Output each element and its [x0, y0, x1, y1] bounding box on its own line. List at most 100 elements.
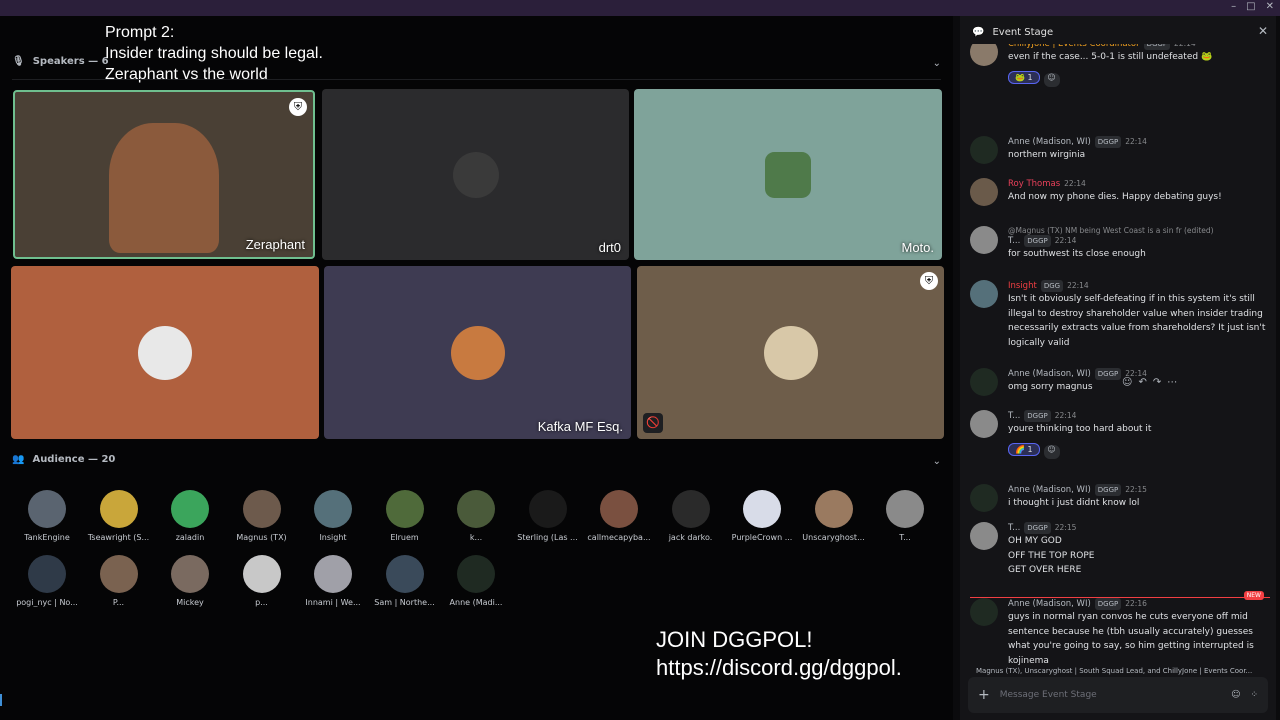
audience-member[interactable]: PurpleCrown ...: [726, 490, 798, 542]
audience-member[interactable]: Insight: [297, 490, 369, 542]
audience-member[interactable]: Mickey: [154, 555, 226, 607]
speaker-tile-moto[interactable]: Moto.: [634, 89, 942, 260]
speaker-tile-zeraphant[interactable]: ⛨ Zeraphant: [13, 90, 315, 259]
audience-member[interactable]: pogi_nyc | No...: [11, 555, 83, 607]
audience-member[interactable]: TankEngine: [11, 490, 83, 542]
avatar: [171, 555, 209, 593]
forward-icon[interactable]: ↷: [1153, 377, 1161, 388]
avatar: [671, 490, 710, 528]
audience-name: jack darko.: [668, 533, 713, 542]
speaker-tile-kafka[interactable]: Kafka MF Esq.: [324, 266, 631, 439]
add-reaction-icon[interactable]: ☺: [1122, 377, 1132, 388]
avatar: [970, 178, 998, 206]
message-input[interactable]: Message Event Stage: [1000, 690, 1221, 700]
audience-name: p...: [255, 598, 268, 607]
speaker-tile[interactable]: [11, 266, 319, 439]
speakers-header[interactable]: 🎙 Speakers — 6: [12, 56, 109, 67]
message-composer[interactable]: + Message Event Stage ☺ ⁘: [968, 677, 1268, 713]
audience-member[interactable]: Sam | Northe...: [369, 555, 441, 607]
avatar: [28, 555, 66, 593]
audience-name: Tseawright (S...: [87, 533, 150, 542]
new-messages-divider: NEW: [970, 591, 1270, 600]
audience-name: Mickey: [176, 598, 204, 607]
avatar: [970, 598, 998, 626]
author-name[interactable]: T...: [1008, 235, 1020, 247]
audience-member[interactable]: jack darko.: [655, 490, 727, 542]
chevron-down-icon[interactable]: ⌄: [933, 58, 941, 69]
close-window-button[interactable]: ✕: [1266, 1, 1274, 12]
author-name[interactable]: T...: [1008, 410, 1020, 422]
message-text: guys in normal ryan convos he cuts every…: [1008, 612, 1254, 666]
divider: [12, 79, 941, 80]
add-reaction-icon[interactable]: ☺: [1043, 72, 1060, 87]
avatar: [109, 122, 219, 253]
avatar: [970, 522, 998, 550]
message-text: Isn't it obviously self-defeating if in …: [1008, 294, 1266, 348]
reply-icon[interactable]: ↶: [1138, 377, 1146, 388]
emoji-icon[interactable]: ☺: [1231, 690, 1240, 700]
message-list[interactable]: ChillyJone | Events CoordinatorDGGP22:14…: [960, 44, 1276, 666]
avatar: [970, 44, 998, 66]
muted-microphone-icon: 🚫: [643, 413, 663, 433]
audience-member[interactable]: Anne (Madi...: [440, 555, 512, 607]
timestamp: 22:14: [1054, 236, 1077, 245]
reaction-pill[interactable]: 🌈 1: [1008, 442, 1040, 456]
audience-member[interactable]: Sterling (Las ...: [512, 490, 584, 542]
author-name[interactable]: T...: [1008, 522, 1020, 534]
timestamp: 22:14: [1125, 137, 1147, 146]
apps-icon[interactable]: ⁘: [1250, 690, 1258, 700]
plus-icon[interactable]: +: [978, 687, 990, 703]
avatar: [970, 368, 998, 396]
avatar: [385, 555, 424, 593]
window-controls: – □ ✕: [1231, 1, 1274, 12]
avatar: [242, 490, 281, 528]
avatar: [242, 555, 281, 593]
avatar: [814, 490, 853, 528]
prompt-overlay: Prompt 2: Insider trading should be lega…: [105, 24, 323, 83]
avatar: [28, 490, 66, 528]
speaker-tile[interactable]: ⛨ 🚫: [637, 266, 944, 439]
audience-header[interactable]: 👥 Audience — 20: [12, 454, 115, 465]
audience-member[interactable]: Elruem: [369, 490, 441, 542]
audience-member[interactable]: T...: [869, 490, 941, 542]
maximize-button[interactable]: □: [1246, 1, 1255, 12]
role-tag: DGGP: [1094, 598, 1122, 610]
audience-member[interactable]: zaladin: [154, 490, 226, 542]
audience-member[interactable]: p...: [226, 555, 298, 607]
message-text: And now my phone dies. Happy debating gu…: [1008, 192, 1222, 202]
author-name[interactable]: Anne (Madison, WI): [1008, 598, 1091, 610]
author-name[interactable]: Anne (Madison, WI): [1008, 368, 1091, 380]
audience-member[interactable]: Innami | We...: [297, 555, 369, 607]
speaker-tile-drt0[interactable]: drt0: [322, 89, 629, 260]
audience-member[interactable]: Magnus (TX): [226, 490, 298, 542]
shield-icon: ⛨: [920, 272, 938, 290]
panel-title: Event Stage: [992, 26, 1054, 38]
message-text: for southwest its close enough: [1008, 249, 1146, 259]
audience-name: T...: [899, 533, 911, 542]
avatar: [970, 410, 998, 438]
minimize-button[interactable]: –: [1231, 1, 1236, 12]
close-icon[interactable]: ✕: [1258, 24, 1268, 38]
stage-area: 🎙 Speakers — 6 ⌄ Prompt 2: Insider tradi…: [0, 16, 953, 720]
audience-member[interactable]: Tseawright (S...: [83, 490, 155, 542]
avatar: [457, 555, 495, 593]
reply-preview[interactable]: @Magnus (TX) NM being West Coast is a si…: [1008, 226, 1270, 235]
audience-name: P...: [112, 598, 125, 607]
join-overlay-text: JOIN DGGPOL! https://discord.gg/dggpol.: [656, 627, 902, 680]
author-name[interactable]: Insight: [1008, 280, 1037, 292]
author-name[interactable]: Anne (Madison, WI): [1008, 484, 1091, 496]
more-icon[interactable]: ⋯: [1167, 377, 1177, 388]
message-text: even if the case... 5-0-1 is still undef…: [1008, 52, 1213, 62]
add-reaction-icon[interactable]: ☺: [1043, 444, 1060, 459]
audience-member[interactable]: callmecapyba...: [583, 490, 655, 542]
audience-name: Anne (Madi...: [449, 598, 503, 607]
audience-member[interactable]: P...: [83, 555, 155, 607]
reaction-pill[interactable]: 🐸 1: [1008, 70, 1040, 84]
author-name[interactable]: Roy Thomas: [1008, 178, 1060, 190]
audience-member[interactable]: Unscaryghost...: [798, 490, 870, 542]
chevron-down-icon[interactable]: ⌄: [933, 456, 941, 467]
author-name[interactable]: Anne (Madison, WI): [1008, 136, 1091, 148]
audience-name: Elruem: [390, 533, 419, 542]
microphone-icon: 🎙: [12, 56, 25, 67]
audience-member[interactable]: k...: [440, 490, 512, 542]
